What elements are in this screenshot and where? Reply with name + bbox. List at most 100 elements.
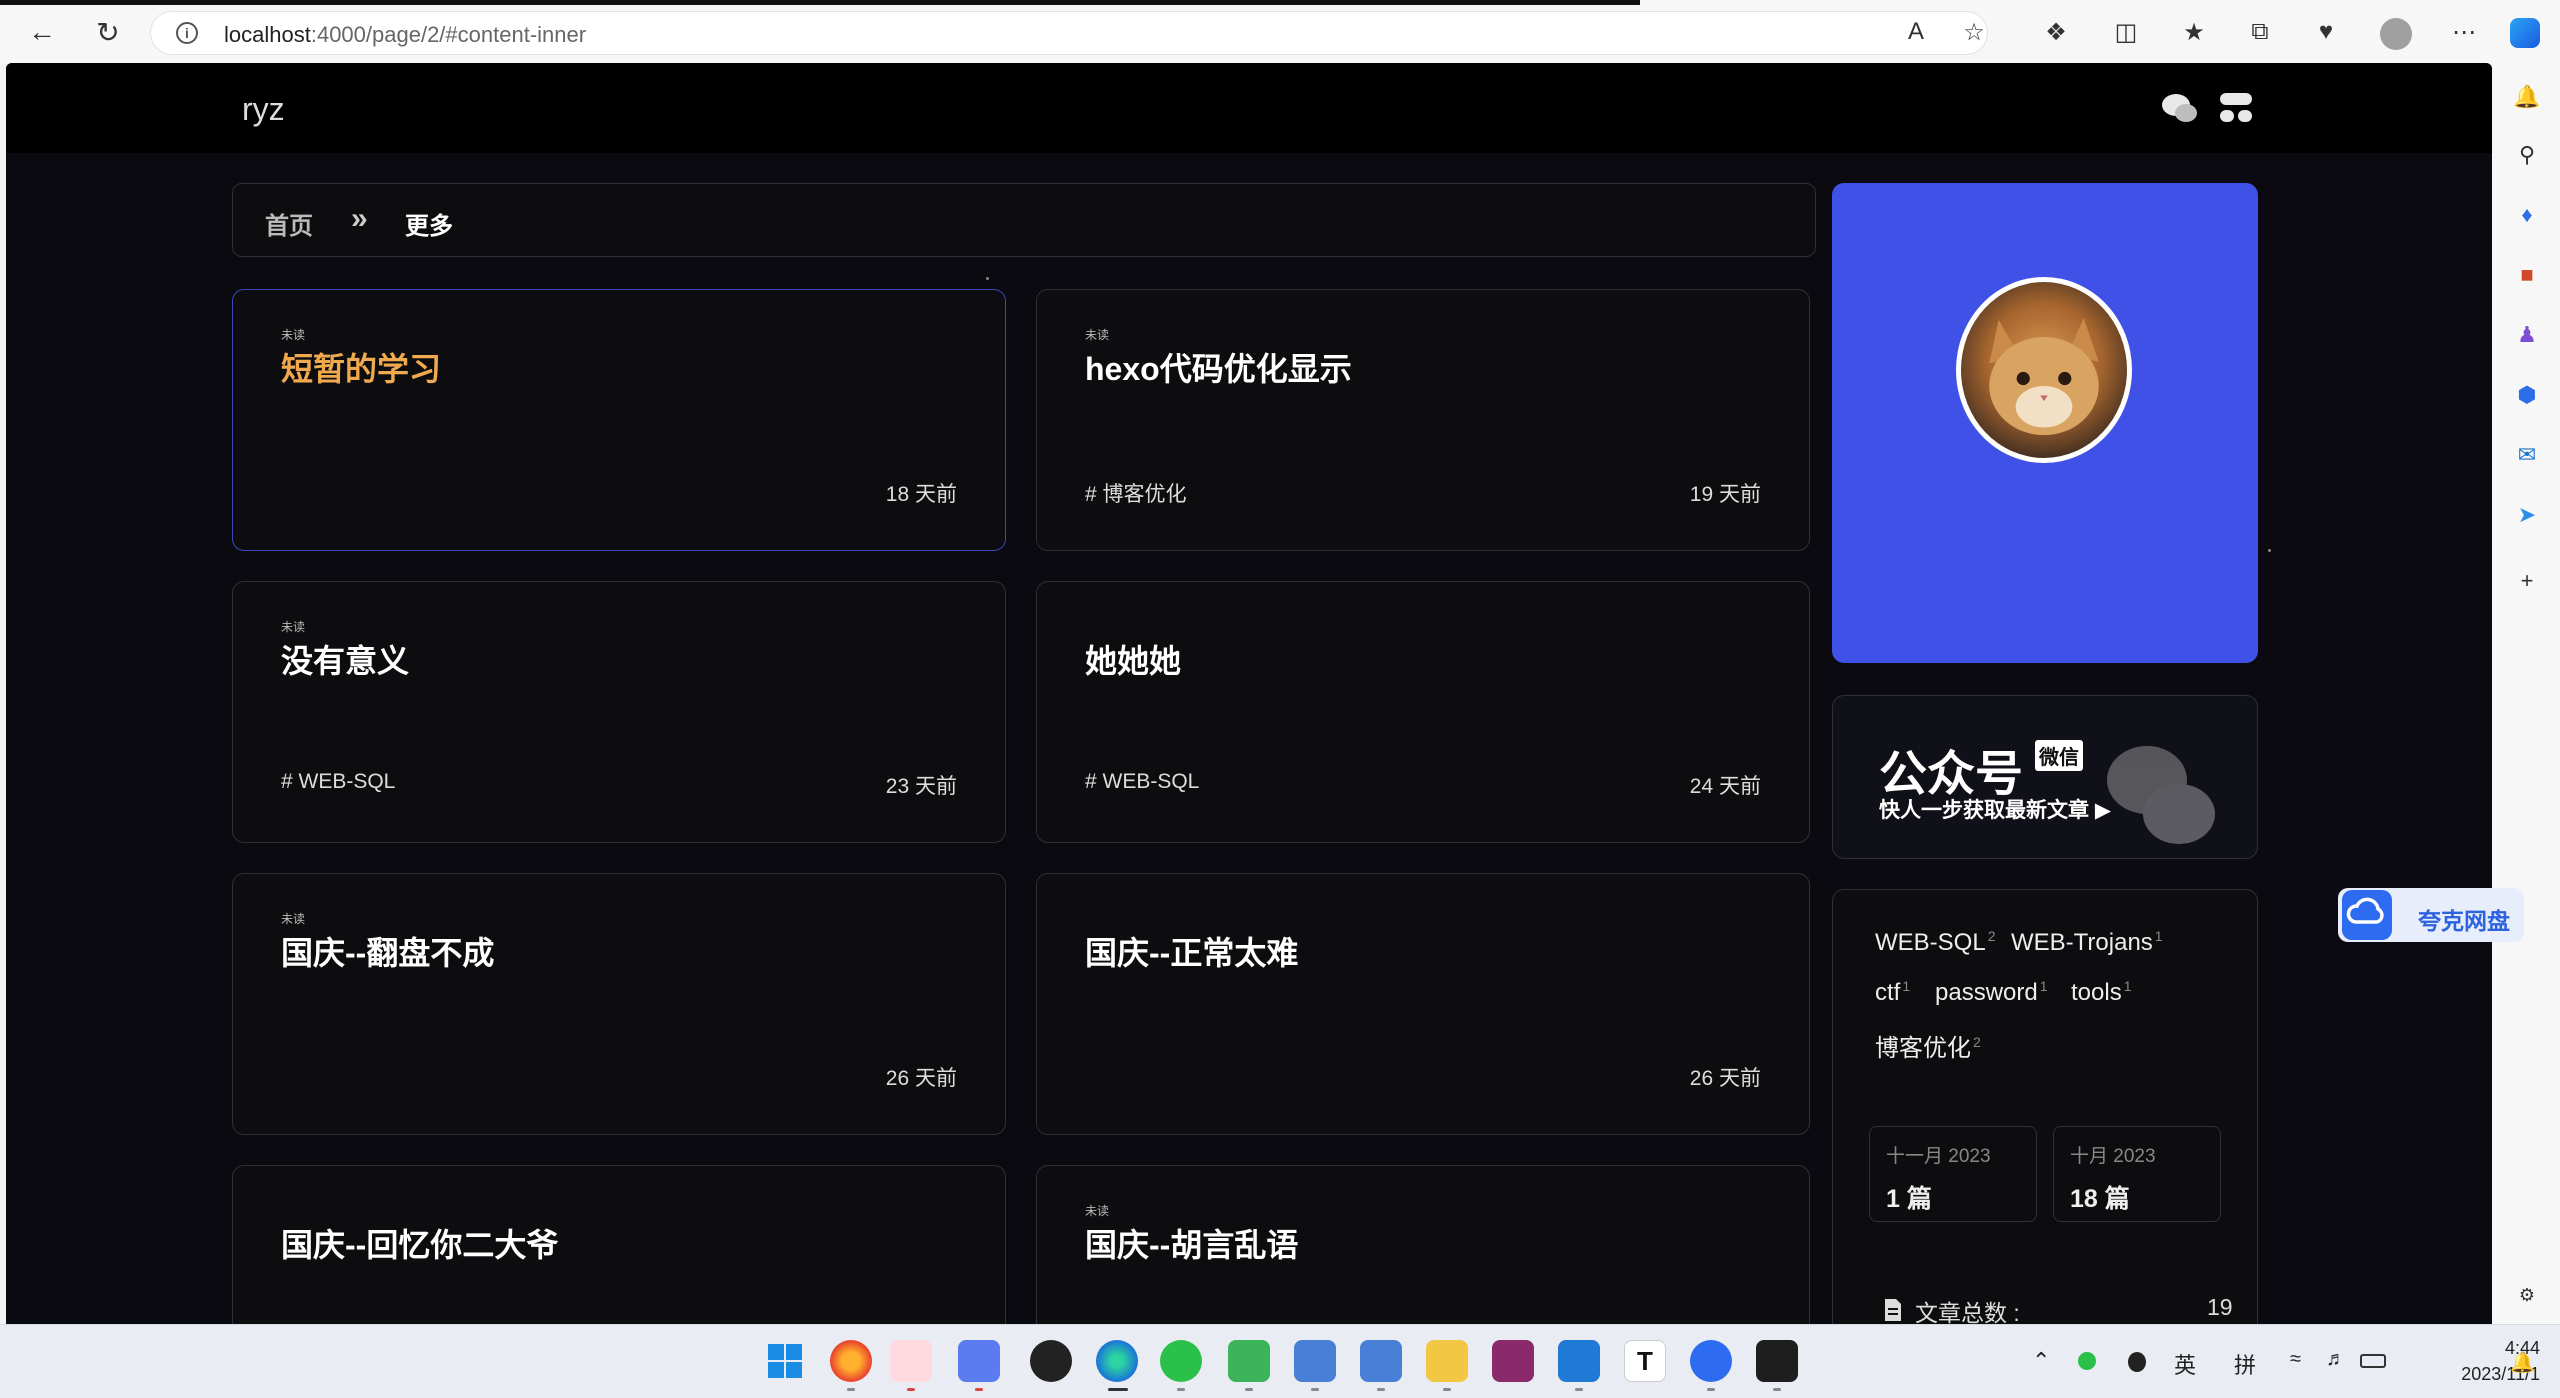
post-title[interactable]: hexo代码优化显示 <box>1085 344 1352 390</box>
performance-icon[interactable]: ♥ <box>2310 16 2342 48</box>
battery-icon[interactable] <box>2360 1354 2386 1368</box>
unread-badge: 未读 <box>1085 328 1110 342</box>
post-tag[interactable]: # WEB-SQL <box>281 770 395 794</box>
folder-icon[interactable] <box>1426 1340 1468 1382</box>
post-card[interactable]: 未读 hexo代码优化显示 # 博客优化 19 天前 <box>1036 289 1810 551</box>
command-prompt-icon[interactable] <box>1756 1340 1798 1382</box>
post-title[interactable]: 国庆--回忆你二大爷 <box>281 1220 558 1266</box>
copilot-icon[interactable] <box>2510 18 2540 48</box>
notes-app-icon[interactable] <box>958 1340 1000 1382</box>
extensions-icon[interactable]: ❖ <box>2040 16 2072 48</box>
post-date: 26 天前 <box>885 1067 957 1090</box>
volume-icon[interactable]: ♬ <box>2326 1348 2346 1371</box>
favorite-star-icon[interactable]: ☆ <box>1958 16 1990 48</box>
site-header: ryz <box>6 63 2492 153</box>
running-indicator <box>1773 1388 1781 1391</box>
post-card[interactable]: 未读 没有意义 # WEB-SQL 23 天前 <box>232 581 1006 843</box>
typora-icon[interactable]: T <box>1624 1340 1666 1382</box>
wechat-badge: 微信 <box>2035 740 2083 771</box>
winrar-icon[interactable] <box>1492 1340 1534 1382</box>
url-text[interactable]: localhost:4000/page/2/#content-inner <box>224 22 586 48</box>
post-title[interactable]: 她她她 <box>1085 636 1181 682</box>
post-title[interactable]: 国庆--正常太难 <box>1085 928 1298 974</box>
vscode-icon[interactable] <box>1558 1340 1600 1382</box>
wechat-promo-card[interactable]: 公众号 微信 快人一步获取最新文章 ▶ <box>1832 695 2258 859</box>
wechat-subtitle: 快人一步获取最新文章 ▶ <box>1879 799 2111 822</box>
site-logo[interactable]: ryz <box>242 91 285 128</box>
quark-app-icon[interactable] <box>1690 1340 1732 1382</box>
wechat-app-icon[interactable] <box>1160 1340 1202 1382</box>
post-card[interactable]: 国庆--正常太难 26 天前 <box>1036 873 1810 1135</box>
sidebar-settings-icon[interactable]: ⚙ <box>2512 1280 2542 1310</box>
post-card[interactable]: 未读 国庆--翻盘不成 26 天前 <box>232 873 1006 1135</box>
cloud-icon[interactable] <box>2342 890 2392 940</box>
running-indicator <box>1575 1388 1583 1391</box>
terminal-green-icon[interactable] <box>1228 1340 1270 1382</box>
quark-drive-label[interactable]: 夸克网盘 <box>2418 902 2510 936</box>
tray-overflow-chevron-icon[interactable]: ⌃ <box>2032 1348 2050 1374</box>
menu-icon[interactable] <box>2218 89 2254 125</box>
games-icon[interactable]: ♟ <box>2512 320 2542 350</box>
running-indicator <box>1245 1388 1253 1391</box>
running-indicator <box>1177 1388 1185 1391</box>
document-icon <box>1885 1299 1901 1321</box>
tools-briefcase-icon[interactable]: ■ <box>2512 260 2542 290</box>
back-icon[interactable]: ← <box>24 14 60 50</box>
favorites-list-icon[interactable]: ★ <box>2178 16 2210 48</box>
archive-item[interactable]: 十月 2023 18 篇 <box>2053 1126 2221 1222</box>
microsoft-365-icon[interactable]: ⬢ <box>2512 380 2542 410</box>
post-card[interactable]: 国庆--回忆你二大爷 <box>232 1165 1006 1325</box>
edge-sidebar <box>2492 64 2560 1324</box>
outlook-icon[interactable]: ✉ <box>2512 440 2542 470</box>
split-screen-icon[interactable]: ◫ <box>2110 16 2142 48</box>
cat-avatar-icon <box>1989 318 2099 436</box>
firefox-icon[interactable] <box>830 1340 872 1382</box>
unread-badge: 未读 <box>1085 1204 1110 1218</box>
post-tag[interactable]: # WEB-SQL <box>1085 770 1199 794</box>
profile-avatar-icon[interactable] <box>2380 18 2412 50</box>
add-icon[interactable]: + <box>2512 566 2542 596</box>
notification-bell-icon[interactable]: 🔔 <box>2512 82 2542 112</box>
edge-browser-icon[interactable] <box>1096 1340 1138 1382</box>
tag-link[interactable]: tools 1 <box>2071 978 2132 1007</box>
archive-item[interactable]: 十一月 2023 1 篇 <box>1869 1126 2037 1222</box>
active-app-indicator <box>1108 1388 1128 1391</box>
cat-app-icon[interactable] <box>890 1340 932 1382</box>
more-menu-icon[interactable]: ⋯ <box>2448 16 2480 48</box>
tag-link[interactable]: password 1 <box>1935 978 2048 1007</box>
post-title[interactable]: 短暂的学习 <box>281 344 441 390</box>
windows-start-icon[interactable] <box>764 1340 806 1382</box>
post-tag[interactable]: # 博客优化 <box>1085 478 1187 508</box>
article-count-label: 文章总数 : <box>1915 1300 2020 1325</box>
wechat-tray-icon[interactable] <box>2078 1352 2096 1370</box>
ime-language[interactable]: 英 <box>2174 1348 2196 1380</box>
document-app-icon[interactable] <box>1360 1340 1402 1382</box>
read-aloud-icon[interactable]: A <box>1900 16 1932 48</box>
tag-link[interactable]: ctf 1 <box>1875 978 1910 1007</box>
post-title[interactable]: 国庆--胡言乱语 <box>1085 1220 1298 1266</box>
post-title[interactable]: 没有意义 <box>281 636 409 682</box>
qq-icon[interactable] <box>1030 1340 1072 1382</box>
post-card[interactable]: 她她她 # WEB-SQL 24 天前 <box>1036 581 1810 843</box>
shopping-tag-icon[interactable]: ♦ <box>2512 200 2542 230</box>
notification-bell-icon[interactable]: 🔔 <box>2510 1350 2535 1375</box>
tag-link[interactable]: WEB-Trojans 1 <box>2011 928 2163 957</box>
tag-link[interactable]: WEB-SQL 2 <box>1875 928 1995 957</box>
post-card[interactable]: 未读 短暂的学习 18 天前 <box>232 289 1006 551</box>
running-indicator <box>1311 1388 1319 1391</box>
breadcrumb-home-link[interactable]: 首页 <box>265 206 313 241</box>
ime-mode[interactable]: 拼 <box>2234 1348 2256 1380</box>
send-icon[interactable]: ➤ <box>2512 500 2542 530</box>
collections-icon[interactable]: ⧉ <box>2244 16 2276 48</box>
search-icon[interactable]: ⚲ <box>2512 140 2542 170</box>
qq-tray-icon[interactable] <box>2128 1352 2146 1372</box>
wifi-icon[interactable]: ≈ <box>2290 1348 2301 1371</box>
info-icon[interactable]: i <box>176 22 198 44</box>
chat-bubbles-icon[interactable] <box>2160 89 2200 127</box>
post-card[interactable]: 未读 国庆--胡言乱语 <box>1036 1165 1810 1325</box>
tag-link[interactable]: 博客优化 2 <box>1875 1028 1981 1063</box>
reload-icon[interactable]: ↻ <box>90 14 126 50</box>
post-title[interactable]: 国庆--翻盘不成 <box>281 928 494 974</box>
avatar[interactable] <box>1956 277 2132 463</box>
document-app-icon[interactable] <box>1294 1340 1336 1382</box>
